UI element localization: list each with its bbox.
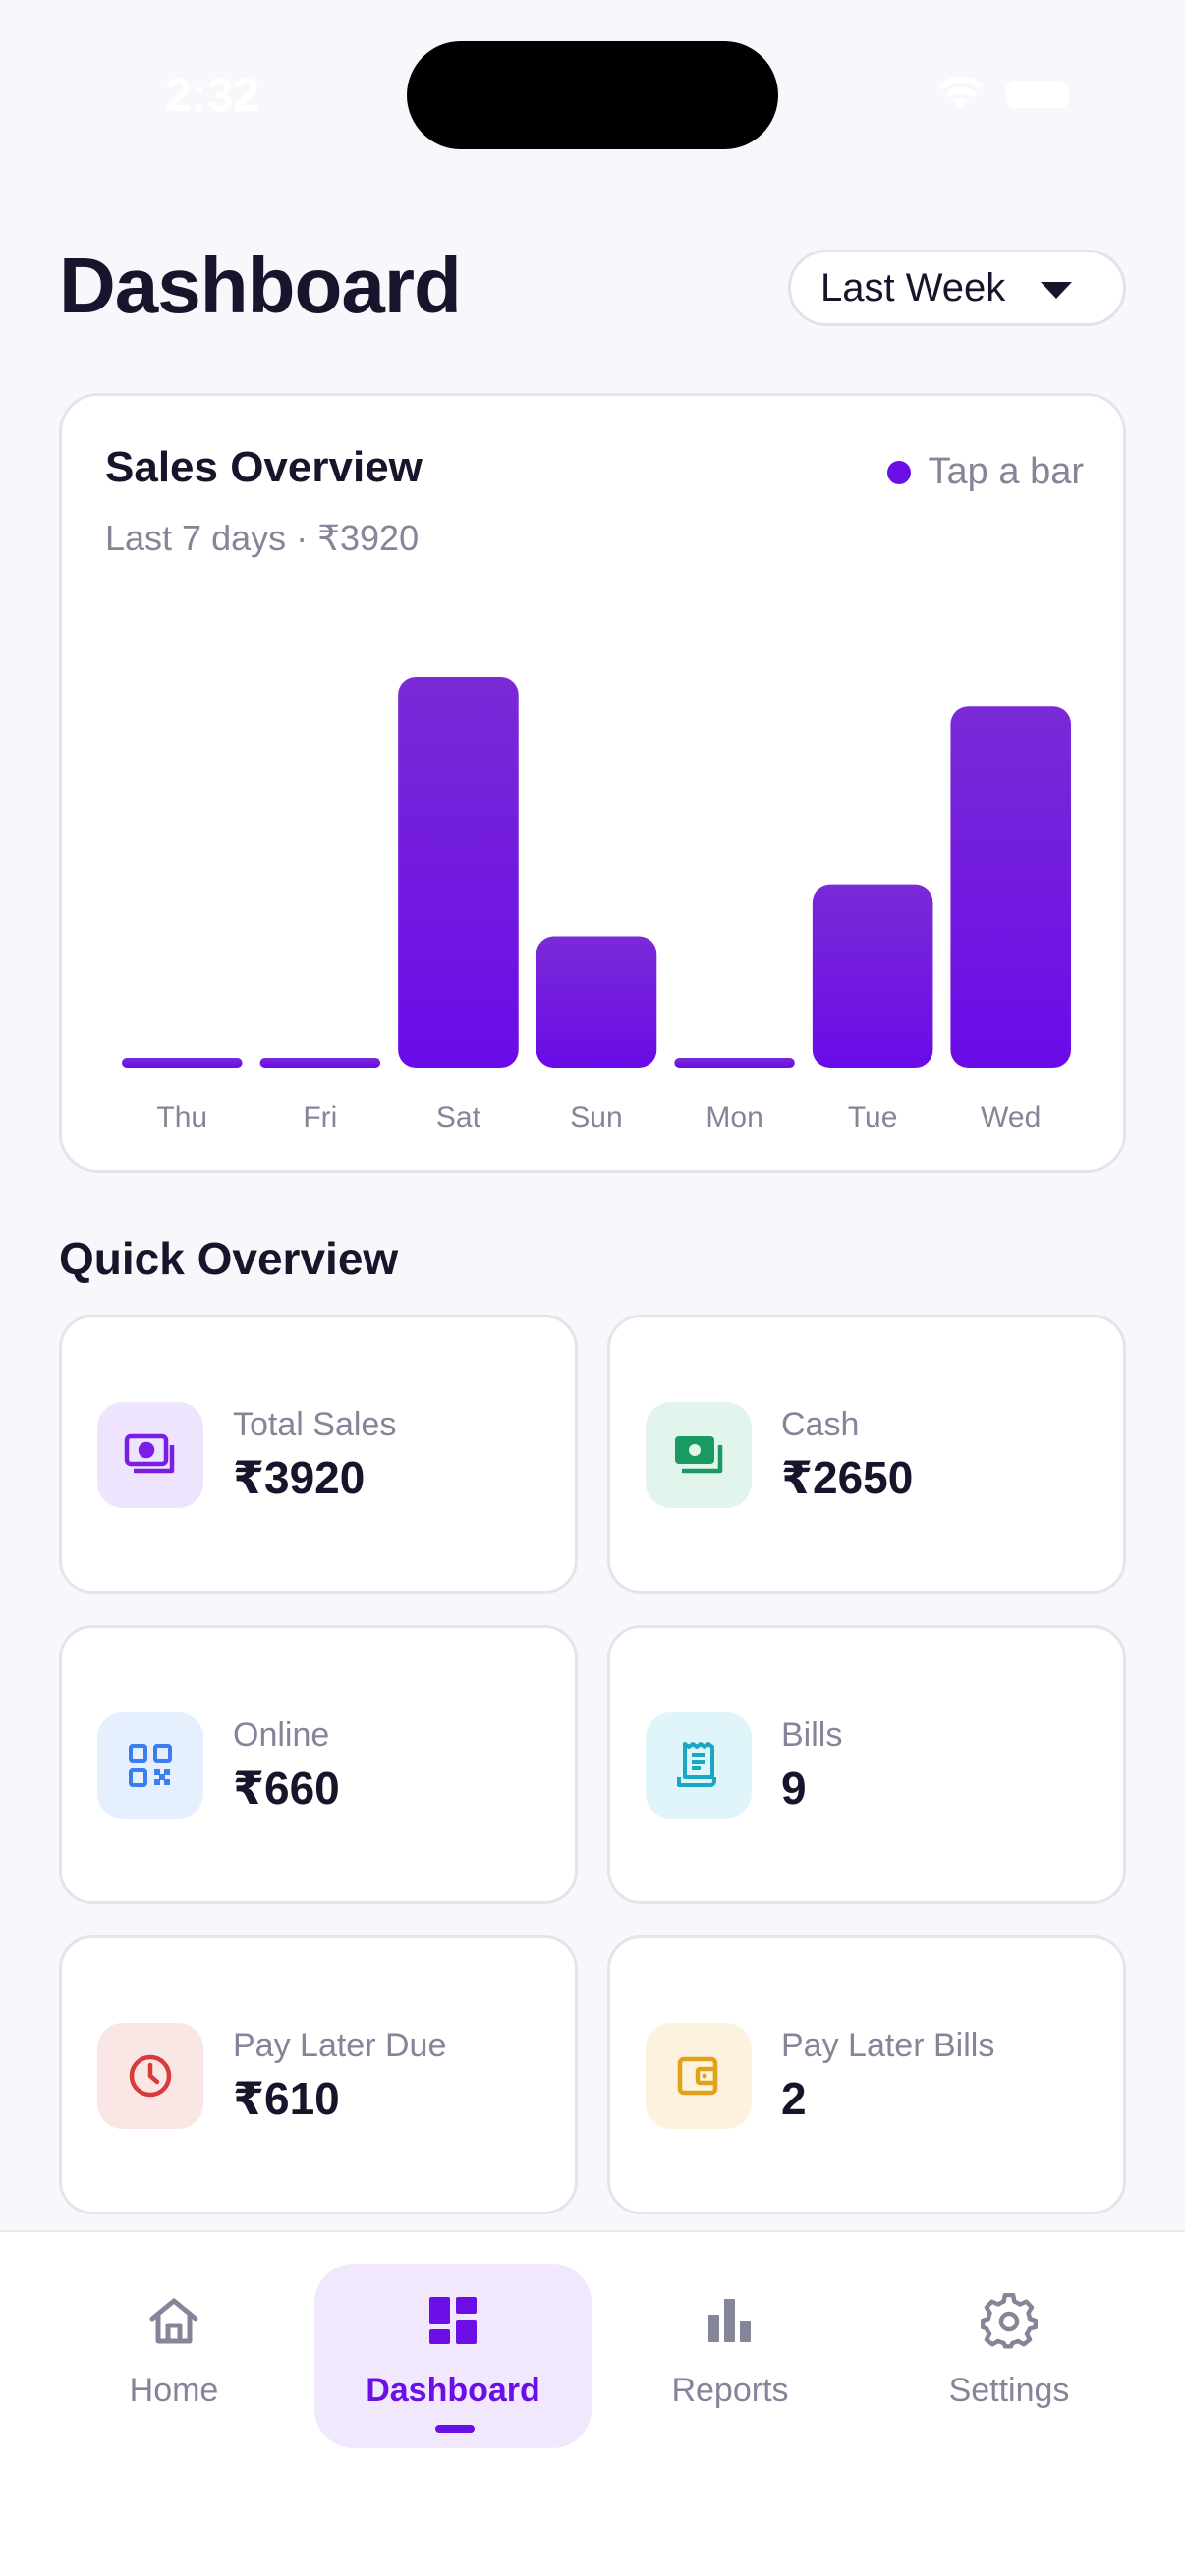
bar-chart-icon [703, 2293, 758, 2353]
nav-item-reports[interactable]: Reports [592, 2264, 869, 2448]
clock-icon [97, 2023, 203, 2129]
stat-value: ₹3920 [233, 1452, 366, 1503]
stat-card-cash[interactable]: Cash ₹2650 [607, 1315, 1126, 1594]
x-tick-label: Tue [848, 1101, 898, 1134]
x-tick-label: Fri [303, 1101, 337, 1134]
bar-sun[interactable] [536, 936, 657, 1068]
stat-label: Pay Later Bills [781, 2027, 995, 2064]
chart-subtitle: Last 7 days · ₹3920 [105, 518, 420, 558]
stat-card-bills[interactable]: Bills 9 [607, 1625, 1126, 1904]
dynamic-island [407, 41, 778, 149]
bar-thu[interactable] [122, 1058, 243, 1068]
nav-label: Home [129, 2372, 219, 2409]
active-indicator [435, 2425, 475, 2433]
stat-card-pay-later-due[interactable]: Pay Later Due ₹610 [59, 1935, 578, 2214]
x-tick-label: Sat [436, 1101, 481, 1134]
x-tick-label: Thu [156, 1101, 207, 1134]
status-time: 2:32 [165, 70, 260, 122]
date-range-value: Last Week [820, 265, 1006, 309]
stat-card-pay-later-bills[interactable]: Pay Later Bills 2 [607, 1935, 1126, 2214]
banknote-icon [646, 1402, 752, 1508]
stat-value: ₹610 [233, 2073, 340, 2124]
stat-value: 2 [781, 2073, 807, 2124]
legend-dot-icon [886, 460, 911, 484]
nav-item-dashboard[interactable]: Dashboard [314, 2264, 592, 2448]
stat-value: ₹660 [233, 1763, 340, 1814]
x-tick-label: Sun [570, 1101, 622, 1134]
bar-fri[interactable] [259, 1058, 381, 1068]
home-icon [146, 2293, 201, 2353]
nav-item-settings[interactable]: Settings [871, 2264, 1148, 2448]
gear-icon [980, 2292, 1039, 2355]
sales-overview-card: Thu Fri Sat Sun Mon Tue Wed Sales Overview Las… [59, 393, 1126, 1173]
wallet-icon [646, 2023, 752, 2129]
chart-title: Sales Overview [105, 443, 423, 491]
wifi-icon [937, 77, 985, 112]
nav-label: Settings [948, 2372, 1070, 2409]
battery-icon [1006, 81, 1069, 108]
stat-value: 9 [781, 1763, 807, 1814]
bar-tue[interactable] [812, 884, 933, 1068]
nav-item-home[interactable]: Home [35, 2264, 312, 2448]
quick-overview-title: Quick Overview [59, 1233, 399, 1284]
chart-hint-text: Tap a bar [928, 451, 1084, 492]
bar-mon[interactable] [674, 1058, 795, 1068]
nav-label: Reports [671, 2372, 789, 2409]
nav-label: Dashboard [366, 2372, 540, 2409]
stat-label: Cash [781, 1406, 860, 1443]
x-tick-label: Wed [981, 1101, 1041, 1134]
bar-wed[interactable] [950, 706, 1071, 1068]
sales-bar-chart: Thu Fri Sat Sun Mon Tue Wed [122, 677, 1071, 1134]
stat-card-total-sales[interactable]: Total Sales ₹3920 [59, 1315, 578, 1594]
date-range-dropdown[interactable]: Last Week [788, 250, 1126, 326]
chevron-down-icon [1041, 282, 1072, 299]
status-icons [937, 77, 1069, 112]
x-tick-label: Mon [705, 1101, 762, 1134]
dashboard-screen: 2:32 Dashboard Last Week Thu Fri Sat Sun… [0, 0, 1185, 2576]
stat-label: Online [233, 1716, 330, 1754]
qr-code-icon [97, 1712, 203, 1819]
stat-label: Bills [781, 1716, 843, 1754]
receipt-icon [646, 1712, 752, 1819]
page-title: Dashboard [59, 242, 462, 329]
bottom-nav: Home Dashboard Reports Settings [0, 2230, 1185, 2576]
chart-hint: Tap a bar [886, 451, 1084, 493]
stat-card-online[interactable]: Online ₹660 [59, 1625, 578, 1904]
dashboard-icon [425, 2293, 480, 2353]
stat-label: Pay Later Due [233, 2027, 447, 2064]
bar-sat[interactable] [398, 677, 519, 1068]
cash-icon [97, 1402, 203, 1508]
stat-value: ₹2650 [781, 1452, 914, 1503]
stat-label: Total Sales [233, 1406, 397, 1443]
